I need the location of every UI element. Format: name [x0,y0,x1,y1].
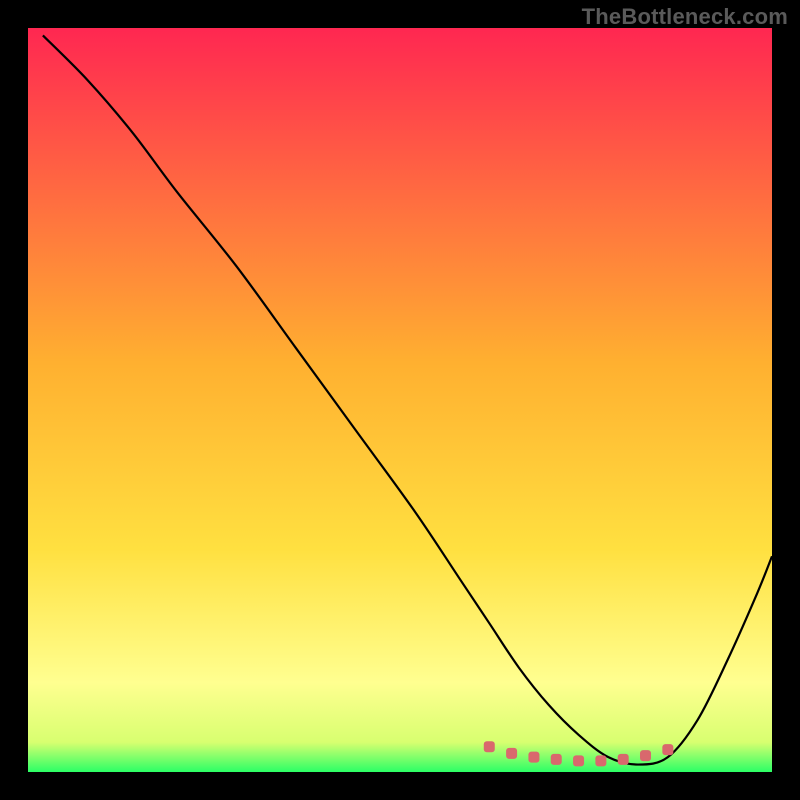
marker-point [640,750,651,761]
chart-frame: TheBottleneck.com [0,0,800,800]
marker-point [528,752,539,763]
watermark-text: TheBottleneck.com [582,4,788,30]
marker-point [595,755,606,766]
gradient-background [28,28,772,772]
marker-point [618,754,629,765]
marker-point [662,744,673,755]
marker-point [506,748,517,759]
marker-point [484,741,495,752]
marker-point [551,754,562,765]
chart-svg [28,28,772,772]
plot-area [28,28,772,772]
marker-point [573,755,584,766]
